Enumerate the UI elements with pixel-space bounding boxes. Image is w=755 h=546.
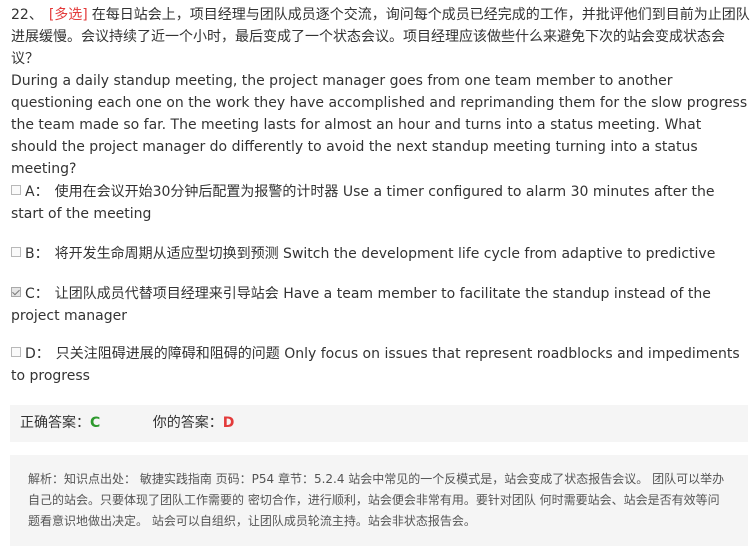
option-c[interactable]: C： 让团队成员代替项目经理来引导站会 Have a team member to… <box>11 283 741 327</box>
option-d-letter: D： <box>25 346 50 362</box>
option-d[interactable]: D： 只关注阻碍进展的障碍和阻碍的问题 Only focus on issues … <box>11 343 741 387</box>
analysis-panel: 解析：知识点出处： 敏捷实践指南 页码：P54 章节：5.2.4 站会中常见的一… <box>10 455 748 546</box>
option-b-checkbox[interactable] <box>11 247 21 257</box>
option-b[interactable]: B： 将开发生命周期从适应型切换到预测 Switch the developmen… <box>11 243 741 265</box>
question-number: 22、 <box>11 7 43 23</box>
your-answer-label: 你的答案： <box>152 415 223 431</box>
question-type-tag: [多选] <box>48 7 88 23</box>
question-block: 22、 [多选] 在每日站会上，项目经理与团队成员逐个交流，询问每个成员已经完成的工… <box>11 4 751 180</box>
option-a-letter: A： <box>25 184 49 200</box>
correct-answer-label: 正确答案： <box>20 415 90 431</box>
option-c-text: 让团队成员代替项目经理来引导站会 Have a team member to f… <box>11 286 711 324</box>
question-text-en: During a daily standup meeting, the proj… <box>11 73 748 177</box>
option-c-checkbox[interactable] <box>11 287 21 297</box>
analysis-text: 解析：知识点出处： 敏捷实践指南 页码：P54 章节：5.2.4 站会中常见的一… <box>28 472 725 528</box>
option-a[interactable]: A： 使用在会议开始30分钟后配置为报警的计时器 Use a timer conf… <box>11 181 741 225</box>
option-a-text: 使用在会议开始30分钟后配置为报警的计时器 Use a timer config… <box>11 184 715 222</box>
option-b-text: 将开发生命周期从适应型切换到预测 Switch the development … <box>54 246 716 262</box>
your-answer-value: D <box>222 415 235 431</box>
correct-answer-value: C <box>90 415 101 431</box>
option-d-checkbox[interactable] <box>11 347 21 357</box>
option-a-checkbox[interactable] <box>11 185 21 195</box>
question-text-cn: 在每日站会上，项目经理与团队成员逐个交流，询问每个成员已经完成的工作，并批评他们… <box>11 7 750 67</box>
option-b-letter: B： <box>25 246 49 262</box>
option-d-text: 只关注阻碍进展的障碍和阻碍的问题 Only focus on issues th… <box>11 346 740 384</box>
answer-bar: 正确答案：C 你的答案：D <box>10 405 748 442</box>
option-c-letter: C： <box>25 286 49 302</box>
